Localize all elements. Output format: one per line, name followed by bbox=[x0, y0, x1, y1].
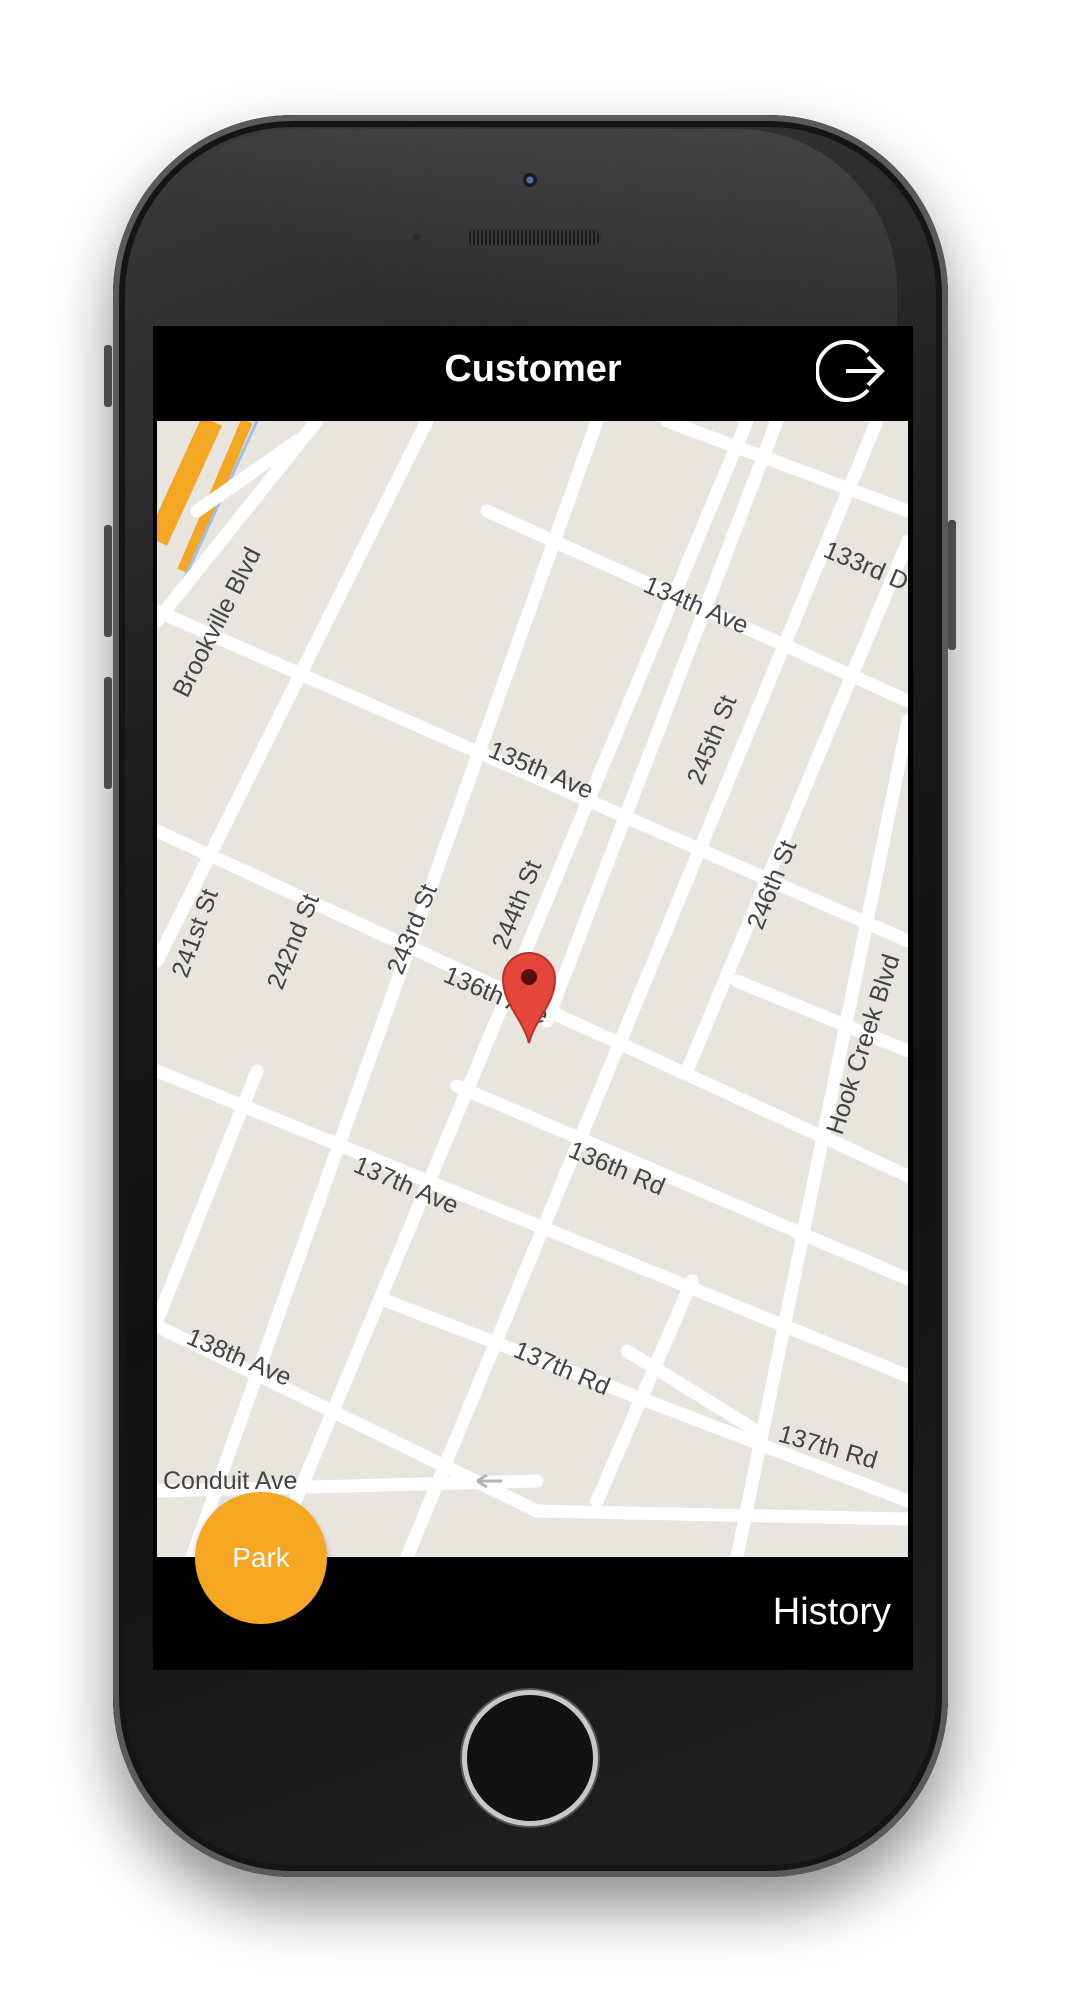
logout-arrow-icon[interactable] bbox=[816, 336, 886, 406]
map-view[interactable]: Brookville Blvd 133rd D 134th Ave 135th … bbox=[157, 421, 908, 1557]
app-screen: Customer Brookville Blvd 133rd D 134th A… bbox=[153, 326, 913, 1670]
earpiece-speaker bbox=[465, 229, 601, 247]
map-canvas: Brookville Blvd 133rd D 134th Ave 135th … bbox=[157, 421, 908, 1557]
mute-switch[interactable] bbox=[104, 345, 112, 407]
top-bar: Customer bbox=[153, 326, 913, 421]
park-button[interactable]: Park bbox=[195, 1492, 327, 1624]
page-title: Customer bbox=[444, 348, 622, 390]
front-camera bbox=[523, 173, 537, 187]
history-link[interactable]: History bbox=[773, 1591, 891, 1634]
street-label: Conduit Ave bbox=[163, 1467, 297, 1495]
volume-down-button[interactable] bbox=[104, 677, 112, 789]
power-button[interactable] bbox=[948, 520, 956, 650]
volume-up-button[interactable] bbox=[104, 525, 112, 637]
home-button[interactable] bbox=[462, 1690, 598, 1826]
proximity-sensor bbox=[413, 233, 421, 241]
